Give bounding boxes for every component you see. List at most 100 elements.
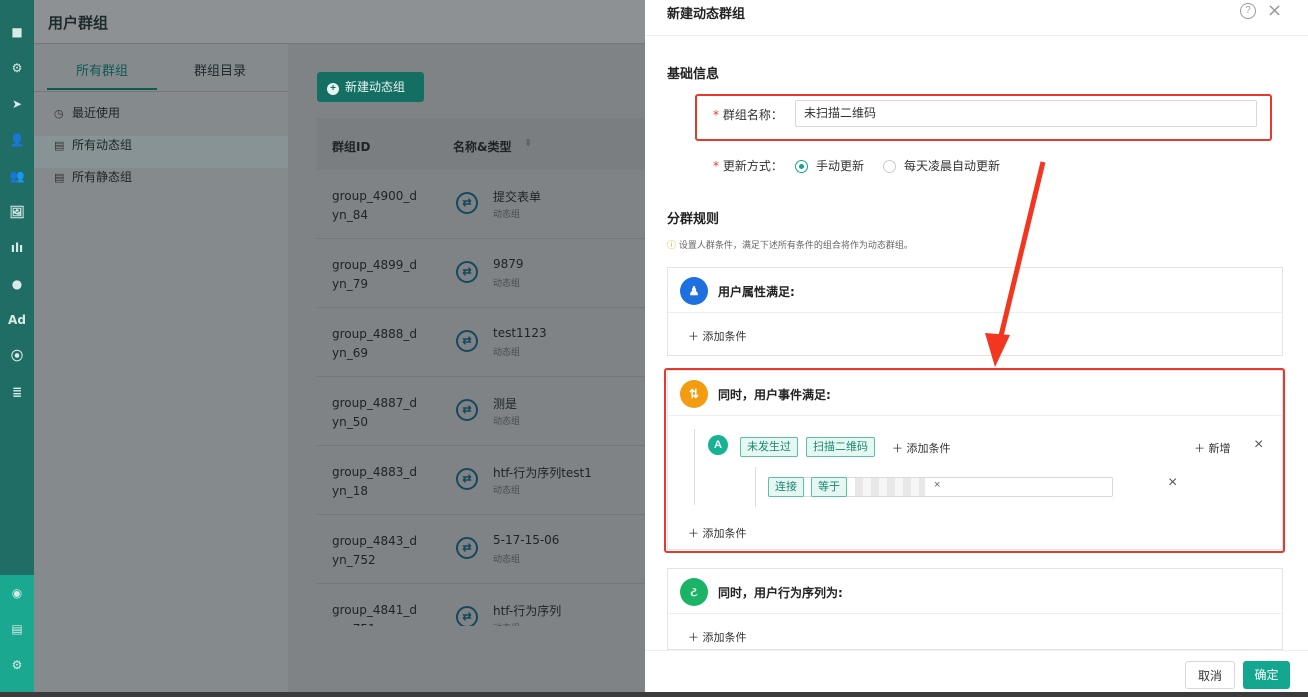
rail-list-icon[interactable]: ≣ (0, 374, 34, 410)
confirm-button[interactable]: 确定 (1243, 661, 1290, 689)
rail-target-icon[interactable]: ⦿ (0, 338, 34, 374)
required-star: * (713, 159, 719, 173)
rail-gear-icon[interactable]: ⚙ (0, 647, 34, 683)
rail-server-icon[interactable]: ▤ (0, 611, 34, 647)
tab-all-groups[interactable]: 所有群组 (76, 60, 128, 79)
group-id: group_4841_dyn_751 (332, 603, 418, 626)
group-id: group_4843_d yn_752 (332, 534, 418, 567)
warning-icon: ⓘ (667, 241, 677, 251)
group-id: group_4900_d yn_84 (332, 189, 418, 222)
user-attribute-block: ♟ 用户属性满足: ＋ 添加条件 (667, 267, 1283, 356)
new-dynamic-group-button[interactable]: + 新建动态组 (317, 72, 424, 102)
rail-user-icon[interactable]: 👤 (0, 122, 34, 158)
group-sidebar: 所有群组 群组目录 ◷ 最近使用 ▤ 所有动态组 ▤ 所有静态组 (34, 44, 288, 692)
radio-empty-icon (883, 160, 896, 173)
table-header: 群组ID 名称&类型 ⬍ (317, 118, 645, 170)
dynamic-sync-icon: ⇄ (456, 261, 478, 283)
dynamic-sync-icon: ⇄ (456, 468, 478, 490)
left-rail: ■ ⚙ ➤ 👤 👥 🖼 ılı ● Ad ⦿ ≣ ◉ ▤ ⚙ (0, 0, 34, 692)
group-id: group_4887_d yn_50 (332, 396, 418, 429)
sort-icon[interactable]: ⬍ (524, 138, 532, 149)
manual-update-radio[interactable]: 手动更新 (795, 157, 864, 174)
group-name: 提交表单 (493, 190, 542, 204)
rail-image-icon[interactable]: 🖼 (0, 194, 34, 230)
group-name: 5-17-15-06 (493, 533, 560, 547)
nav-static-groups[interactable]: ▤ 所有静态组 (34, 168, 288, 200)
table-row[interactable]: group_4887_d yn_50 ⇄ 测是动态组 (317, 377, 645, 446)
group-list-panel: + 新建动态组 群组ID 名称&类型 ⬍ group_4900_d yn_84 ⇄ 提交… (304, 44, 645, 692)
rail-logo-icon[interactable]: ■ (0, 14, 34, 50)
group-id: group_4888_d yn_69 (332, 327, 418, 360)
main-area: 用户群组 所有群组 群组目录 ◷ 最近使用 ▤ 所有动态组 ▤ 所有静态组 + 新建动态… (34, 0, 645, 692)
group-type: 动态组 (493, 417, 521, 427)
rail-group-icon[interactable]: 👥 (0, 158, 34, 194)
rail-chart-icon[interactable]: ılı (0, 230, 34, 266)
nav-recent-label: 最近使用 (72, 106, 121, 120)
column-group-id: 群组ID (332, 140, 371, 154)
highlight-event-block (664, 368, 1285, 553)
table-row[interactable]: group_4841_dyn_751 ⇄ htf-行为序列动态组 (317, 584, 645, 626)
screen: ■ ⚙ ➤ 👤 👥 🖼 ılı ● Ad ⦿ ≣ ◉ ▤ ⚙ 用户群组 所有群组… (0, 0, 1308, 697)
rail-bubble-icon[interactable]: ● (0, 266, 34, 302)
new-dynamic-group-drawer: 新建动态群组 ? × 基础信息 * 群组名称： 未扫描二维码 * 更新方式： 手… (645, 0, 1308, 692)
table-row[interactable]: group_4883_d yn_18 ⇄ htf-行为序列test1 动态组 (317, 446, 645, 515)
user-sequence-block: ટ 同时，用户行为序列为: ＋ 添加条件 (667, 568, 1283, 650)
user-attribute-icon: ♟ (680, 277, 708, 305)
table-row[interactable]: group_4900_d yn_84 ⇄ 提交表单动态组 (317, 170, 645, 239)
dynamic-sync-icon: ⇄ (456, 606, 478, 626)
nav-static-label: 所有静态组 (72, 170, 133, 184)
clock-icon: ◷ (54, 107, 64, 120)
auto-update-radio[interactable]: 每天凌晨自动更新 (883, 157, 1000, 174)
table-row[interactable]: group_4899_d yn_79 ⇄ 9879 动态组 (317, 239, 645, 308)
basic-info-heading: 基础信息 (667, 67, 720, 82)
sequence-icon: ટ (680, 578, 708, 606)
page-title: 用户群组 (48, 14, 109, 32)
rail-settings-circle-icon[interactable]: ◉ (0, 575, 34, 611)
group-name: htf-行为序列test1 (493, 466, 592, 480)
nav-dynamic-label: 所有动态组 (72, 138, 133, 152)
column-name-type[interactable]: 名称&类型 (453, 138, 511, 155)
group-id: group_4883_d yn_18 (332, 465, 418, 498)
highlight-name-field (695, 94, 1272, 141)
group-name: 9879 (493, 257, 524, 271)
drawer-header: 新建动态群组 ? × (645, 0, 1308, 36)
nav-recent[interactable]: ◷ 最近使用 (34, 104, 288, 136)
group-type: 动态组 (493, 210, 521, 220)
folder-icon: ▤ (54, 171, 65, 184)
drawer-footer: 取消 确定 (645, 650, 1308, 692)
user-attribute-header: ♟ 用户属性满足: (668, 268, 1282, 313)
rail-dashboard-icon[interactable]: ⚙ (0, 50, 34, 86)
active-tab-indicator (47, 88, 157, 90)
tab-group-directory[interactable]: 群组目录 (194, 60, 246, 79)
add-condition-button[interactable]: ＋ 添加条件 (688, 328, 747, 344)
table-row[interactable]: group_4843_d yn_752 ⇄ 5-17-15-06 动态组 (317, 515, 645, 584)
group-name: 测是 (493, 397, 518, 411)
group-name: test1123 (493, 326, 547, 340)
dynamic-sync-icon: ⇄ (456, 330, 478, 352)
drawer-title: 新建动态群组 (667, 7, 746, 22)
group-type: 动态组 (493, 555, 521, 565)
group-name: htf-行为序列 (493, 604, 562, 618)
user-sequence-header: ટ 同时，用户行为序列为: (668, 569, 1282, 614)
group-type: 动态组 (493, 486, 521, 496)
user-sequence-title: 同时，用户行为序列为: (718, 586, 843, 600)
group-type: 动态组 (493, 348, 521, 358)
cancel-button[interactable]: 取消 (1185, 661, 1235, 689)
help-icon[interactable]: ? (1240, 3, 1256, 19)
group-id: group_4899_d yn_79 (332, 258, 418, 291)
dynamic-sync-icon: ⇄ (456, 192, 478, 214)
group-type: 动态组 (493, 279, 521, 289)
rail-send-icon[interactable]: ➤ (0, 86, 34, 122)
nav-dynamic-groups[interactable]: ▤ 所有动态组 (34, 136, 288, 168)
rail-ad-icon[interactable]: Ad (0, 302, 34, 338)
user-attribute-title: 用户属性满足: (718, 285, 795, 299)
group-type: 动态组 (493, 621, 520, 626)
sidebar-tabs: 所有群组 群组目录 (34, 44, 288, 92)
dynamic-sync-icon: ⇄ (456, 399, 478, 421)
radio-selected-icon (795, 160, 808, 173)
plus-icon: + (327, 83, 339, 95)
close-icon[interactable]: × (1267, 0, 1282, 21)
folder-icon: ▤ (54, 139, 65, 152)
add-condition-button[interactable]: ＋ 添加条件 (688, 629, 747, 645)
table-row[interactable]: group_4888_d yn_69 ⇄ test1123 动态组 (317, 308, 645, 377)
